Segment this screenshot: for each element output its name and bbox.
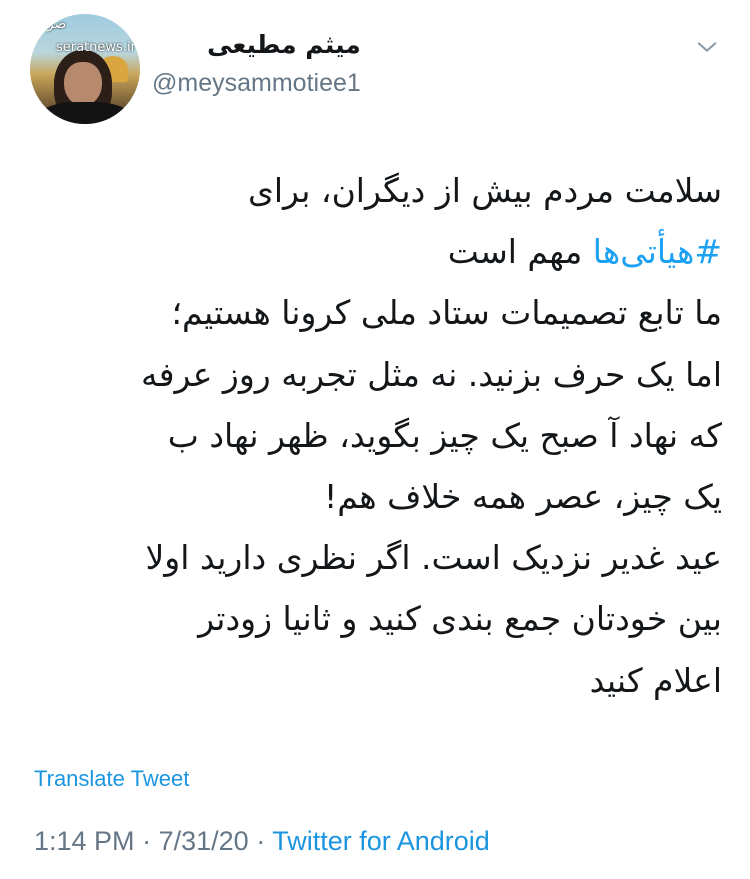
tweet-date[interactable]: 7/31/20 bbox=[159, 826, 249, 856]
tweet-text: سلامت مردم بیش از دیگران، برای #هیأتی‌ها… bbox=[30, 160, 722, 711]
tweet-line: سلامت مردم بیش از دیگران، برای bbox=[248, 171, 722, 210]
meta-separator: · bbox=[256, 826, 266, 856]
avatar-site-watermark: seratnews.ir bbox=[56, 40, 136, 55]
tweet-header: صراط seratnews.ir میثم مطیعی @meysammoti… bbox=[30, 14, 730, 124]
meta-separator: · bbox=[142, 826, 152, 856]
tweet-line: که نهاد آ صبح یک چیز بگوید، ظهر نهاد ب bbox=[167, 415, 722, 455]
tweet-line-text: مهم است bbox=[447, 232, 583, 272]
avatar-shoulders bbox=[38, 102, 132, 124]
avatar-logo-watermark: صراط bbox=[30, 16, 67, 32]
tweet-line: ما تابع تصمیمات ستاد ملی کرونا هستیم؛ bbox=[171, 293, 722, 333]
tweet-line: یک چیز، عصر همه خلاف هم! bbox=[324, 477, 722, 517]
tweet-time[interactable]: 1:14 PM bbox=[34, 826, 135, 856]
hashtag-link[interactable]: #هیأتی‌ها bbox=[593, 232, 722, 271]
tweet-line: اما یک حرف بزنید. نه مثل تجربه روز عرفه bbox=[141, 354, 722, 394]
tweet-meta: 1:14 PM · 7/31/20 · Twitter for Android bbox=[34, 826, 490, 857]
tweet-line: عید غدیر نزدیک است. اگر نظری دارید اولا bbox=[145, 538, 722, 578]
chevron-down-icon[interactable] bbox=[696, 36, 718, 58]
tweet-line: اعلام کنید bbox=[589, 660, 722, 700]
author-names: میثم مطیعی @meysammotiee1 bbox=[152, 30, 361, 98]
avatar[interactable]: صراط seratnews.ir bbox=[30, 14, 140, 124]
tweet-source-link[interactable]: Twitter for Android bbox=[272, 826, 490, 856]
author-display-name[interactable]: میثم مطیعی bbox=[152, 30, 361, 59]
tweet-line: بین خودتان جمع بندی کنید و ثانیا زودتر bbox=[198, 599, 722, 639]
tweet-line-with-hashtag: #هیأتی‌ها مهم است bbox=[30, 221, 722, 282]
translate-tweet-link[interactable]: Translate Tweet bbox=[34, 766, 189, 792]
avatar-face bbox=[64, 62, 102, 106]
author-handle[interactable]: @meysammotiee1 bbox=[152, 69, 361, 98]
